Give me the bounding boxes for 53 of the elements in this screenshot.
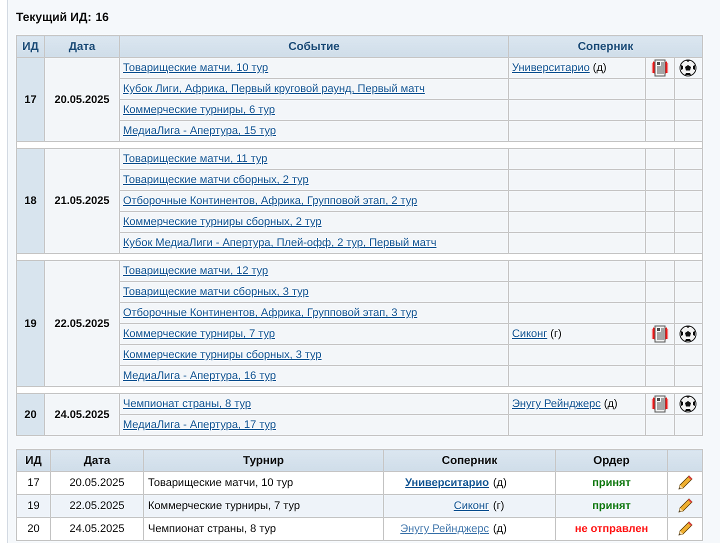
opponent-link[interactable]: Сиконг bbox=[454, 500, 489, 512]
id-cell: 17 bbox=[16, 58, 44, 142]
soccer-ball-icon[interactable] bbox=[679, 325, 698, 343]
opponent-link[interactable]: Энугу Рейнджерс bbox=[400, 523, 489, 535]
column-header: Событие bbox=[120, 36, 508, 58]
report-icon[interactable] bbox=[650, 395, 669, 413]
venue-label: (д) bbox=[592, 62, 607, 74]
current-id-value: 16 bbox=[95, 10, 109, 24]
date-cell: 20.05.2025 bbox=[44, 58, 120, 142]
opponent-link[interactable]: Университарио bbox=[405, 477, 489, 489]
tournament-cell: Товарищеские матчи, 10 тур bbox=[144, 472, 384, 494]
venue-label: (д) bbox=[493, 523, 507, 535]
soccer-ball-icon[interactable] bbox=[679, 395, 698, 413]
event-link[interactable]: Чемпионат страны, 8 тур bbox=[123, 398, 251, 410]
order-status: не отправлен bbox=[574, 523, 648, 535]
column-header: Соперник bbox=[508, 36, 702, 58]
report-icon[interactable] bbox=[650, 59, 669, 77]
column-header: Соперник bbox=[384, 450, 556, 472]
opponent-link[interactable]: Энугу Рейнджерс bbox=[512, 398, 601, 410]
id-cell: 19 bbox=[16, 494, 50, 518]
pencil-icon[interactable] bbox=[676, 474, 694, 492]
column-header: Дата bbox=[44, 36, 120, 58]
date-cell: 24.05.2025 bbox=[44, 394, 120, 436]
id-cell: 20 bbox=[16, 394, 44, 436]
id-cell: 17 bbox=[16, 472, 50, 494]
id-cell: 18 bbox=[16, 148, 44, 254]
date-cell: 24.05.2025 bbox=[50, 518, 144, 540]
column-header: ИД bbox=[16, 450, 50, 472]
date-cell: 22.05.2025 bbox=[44, 260, 120, 386]
current-id-label: Текущий ИД: bbox=[16, 10, 92, 24]
column-header: Ордер bbox=[556, 450, 668, 472]
column-header: ИД bbox=[16, 36, 44, 58]
date-cell: 21.05.2025 bbox=[44, 148, 120, 254]
date-cell: 20.05.2025 bbox=[50, 472, 144, 494]
opponent-link[interactable]: Сиконг bbox=[512, 328, 548, 340]
venue-label: (г) bbox=[550, 328, 562, 340]
tournament-cell: Чемпионат страны, 8 тур bbox=[144, 518, 384, 540]
venue-label: (г) bbox=[493, 500, 504, 512]
id-cell: 19 bbox=[16, 260, 44, 386]
date-cell: 22.05.2025 bbox=[50, 494, 144, 518]
venue-label: (д) bbox=[493, 477, 507, 489]
report-icon[interactable] bbox=[650, 325, 669, 343]
order-status: принят bbox=[592, 500, 631, 512]
tournament-cell: Коммерческие турниры, 7 тур bbox=[144, 494, 384, 518]
id-cell: 20 bbox=[16, 518, 50, 540]
order-status: принят bbox=[592, 477, 631, 489]
pencil-icon[interactable] bbox=[676, 497, 694, 515]
opponent-link[interactable]: Университарио bbox=[512, 62, 590, 74]
column-header: Турнир bbox=[144, 450, 384, 472]
soccer-ball-icon[interactable] bbox=[679, 59, 698, 77]
column-header: Дата bbox=[50, 450, 144, 472]
pencil-icon[interactable] bbox=[676, 520, 694, 538]
venue-label: (д) bbox=[604, 398, 618, 410]
